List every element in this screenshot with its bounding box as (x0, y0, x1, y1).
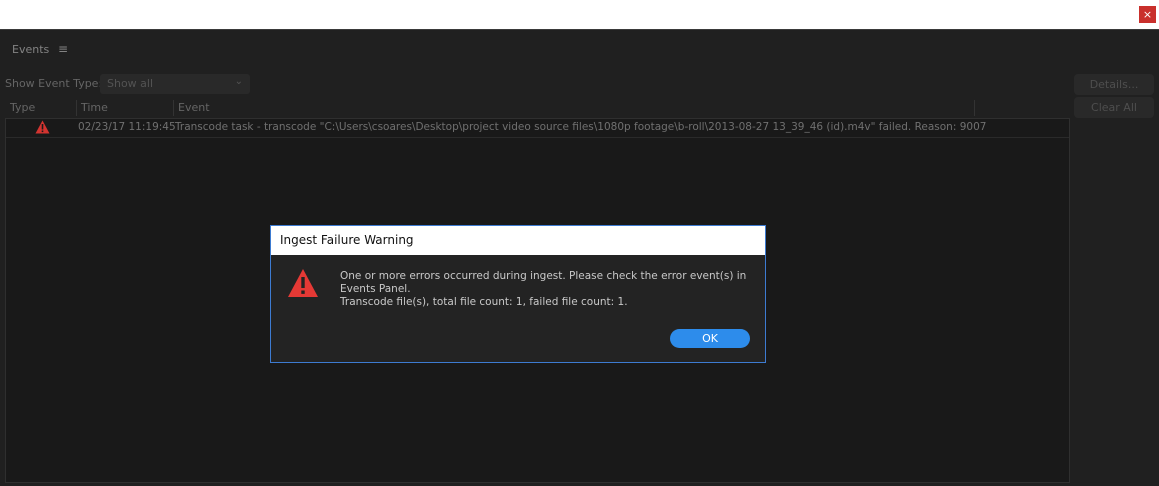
dialog-message-line: One or more errors occurred during inges… (340, 270, 747, 282)
dialog-message-line: Transcode file(s), total file count: 1, … (340, 296, 628, 308)
dialog-title: Ingest Failure Warning (271, 226, 765, 255)
ok-button[interactable]: OK (670, 329, 750, 348)
dialog-message-line: Events Panel. (340, 283, 411, 295)
close-button[interactable]: × (1139, 6, 1156, 23)
dialog-message: One or more errors occurred during inges… (340, 270, 750, 309)
ingest-failure-dialog: Ingest Failure Warning One or more error… (270, 225, 766, 363)
window-title-bar: × (0, 0, 1159, 30)
warning-icon (287, 268, 319, 302)
